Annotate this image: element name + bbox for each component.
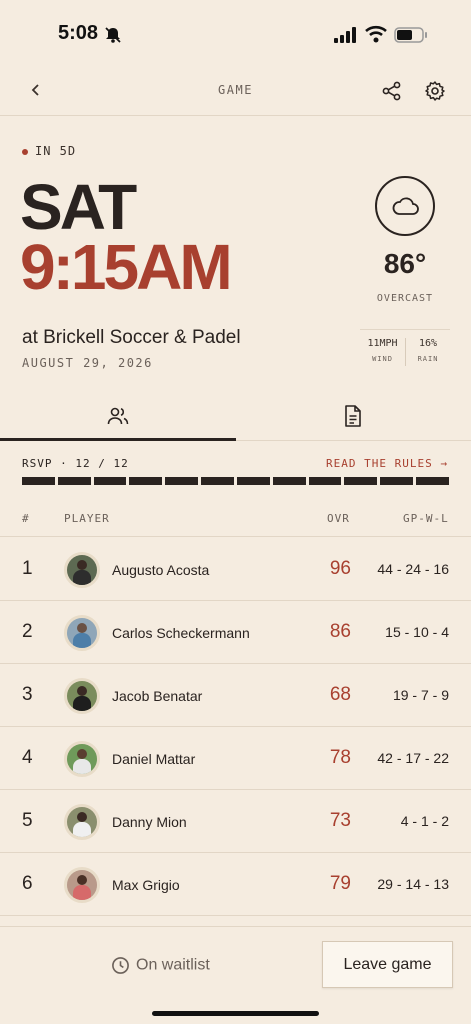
avatar bbox=[64, 741, 100, 777]
player-record: 15 - 10 - 4 bbox=[385, 624, 449, 640]
player-row[interactable]: 6 Max Grigio 79 29 - 14 - 13 bbox=[0, 853, 471, 916]
weather-condition: OVERCAST bbox=[376, 293, 434, 304]
player-name: Danny Mion bbox=[112, 814, 187, 830]
rsvp-segment bbox=[22, 477, 55, 485]
rsvp-progress bbox=[22, 477, 449, 485]
rain-label: RAIN bbox=[417, 355, 439, 363]
avatar bbox=[64, 804, 100, 840]
tab-players[interactable] bbox=[0, 393, 236, 441]
status-bar: 5:08 bbox=[0, 0, 471, 68]
rsvp-segment bbox=[272, 477, 306, 485]
player-name: Augusto Acosta bbox=[112, 562, 210, 578]
rsvp-segment bbox=[344, 477, 378, 485]
player-rank: 3 bbox=[22, 684, 33, 705]
leave-game-button[interactable]: Leave game bbox=[322, 941, 453, 988]
player-ovr: 79 bbox=[329, 873, 351, 894]
rsvp-segment bbox=[57, 477, 91, 485]
event-date: AUGUST 29, 2026 bbox=[22, 356, 153, 370]
top-bar: GAME bbox=[0, 68, 471, 116]
tab-bar bbox=[0, 393, 471, 441]
player-rank: 4 bbox=[22, 747, 33, 768]
rain-value: 16% bbox=[418, 338, 438, 349]
rsvp-segment bbox=[380, 477, 414, 485]
document-icon bbox=[345, 405, 361, 427]
player-record: 44 - 24 - 16 bbox=[377, 561, 449, 577]
settings-button[interactable] bbox=[424, 80, 446, 107]
weather-stats: 11MPH WIND 16% RAIN bbox=[360, 329, 450, 369]
rsvp-segment bbox=[308, 477, 342, 485]
wind-stat: 11MPH WIND bbox=[360, 338, 405, 363]
users-icon bbox=[107, 407, 129, 425]
player-record: 42 - 17 - 22 bbox=[377, 750, 449, 766]
player-ovr: 96 bbox=[329, 558, 351, 579]
player-row[interactable]: 1 Augusto Acosta 96 44 - 24 - 16 bbox=[0, 538, 471, 601]
share-button[interactable] bbox=[381, 80, 403, 107]
col-record: GP-W-L bbox=[403, 512, 449, 525]
weather-badge bbox=[375, 176, 435, 236]
player-record: 19 - 7 - 9 bbox=[392, 687, 449, 703]
rsvp-segment bbox=[129, 477, 163, 485]
player-ovr: 68 bbox=[329, 684, 351, 705]
weather-temp: 86° bbox=[383, 248, 427, 279]
status-dot bbox=[22, 148, 28, 155]
player-ovr: 73 bbox=[329, 810, 351, 831]
player-rank: 5 bbox=[22, 810, 33, 831]
countdown-text: IN 5D bbox=[35, 144, 77, 158]
col-ovr: OVR bbox=[327, 512, 350, 525]
share-icon bbox=[382, 81, 401, 101]
rsvp-segment bbox=[93, 477, 127, 485]
player-name: Max Grigio bbox=[112, 877, 180, 893]
player-row[interactable]: 3 Jacob Benatar 68 19 - 7 - 9 bbox=[0, 664, 471, 727]
avatar bbox=[64, 552, 100, 588]
wifi-icon bbox=[365, 25, 387, 43]
table-header: # PLAYER OVR GP-W-L bbox=[0, 507, 471, 537]
avatar bbox=[64, 615, 100, 651]
player-record: 29 - 14 - 13 bbox=[377, 876, 449, 892]
rsvp-segment bbox=[236, 477, 270, 485]
player-name: Jacob Benatar bbox=[112, 688, 203, 704]
status-time: 5:08 bbox=[58, 22, 99, 44]
player-row[interactable]: 4 Daniel Mattar 78 42 - 17 - 22 bbox=[0, 727, 471, 790]
player-rank: 1 bbox=[22, 558, 33, 579]
home-indicator bbox=[152, 1011, 319, 1016]
player-rank: 6 bbox=[22, 873, 33, 894]
avatar bbox=[64, 867, 100, 903]
waitlist-status[interactable]: On waitlist bbox=[111, 956, 210, 975]
player-row[interactable]: 2 Carlos Scheckermann 86 15 - 10 - 4 bbox=[0, 601, 471, 664]
rsvp-count: RSVP · 12 / 12 bbox=[22, 457, 129, 470]
player-name: Daniel Mattar bbox=[112, 751, 196, 767]
player-rank: 2 bbox=[22, 621, 33, 642]
wind-value: 11MPH bbox=[367, 338, 398, 349]
player-ovr: 78 bbox=[329, 747, 351, 768]
bell-muted-icon bbox=[105, 27, 121, 43]
countdown-badge: IN 5D bbox=[22, 144, 76, 158]
wind-label: WIND bbox=[372, 355, 393, 363]
player-name: Carlos Scheckermann bbox=[112, 625, 250, 641]
read-rules-link[interactable]: READ THE RULES → bbox=[326, 457, 448, 470]
player-list: 1 Augusto Acosta 96 44 - 24 - 16 2 Carlo… bbox=[0, 538, 471, 916]
player-ovr: 86 bbox=[329, 621, 351, 642]
rsvp-segment bbox=[416, 477, 449, 485]
col-rank: # bbox=[22, 512, 30, 525]
event-venue: at Brickell Soccer & Padel bbox=[22, 327, 241, 348]
cloud-icon bbox=[392, 197, 419, 215]
col-player: PLAYER bbox=[64, 512, 110, 525]
gear-icon bbox=[425, 81, 445, 101]
avatar bbox=[64, 678, 100, 714]
cellular-signal-icon bbox=[334, 27, 356, 43]
tab-details[interactable] bbox=[236, 393, 471, 441]
rsvp-segment bbox=[165, 477, 199, 485]
waitlist-label: On waitlist bbox=[136, 956, 210, 974]
bottom-action-bar: On waitlist Leave game bbox=[0, 926, 471, 1024]
battery-icon bbox=[394, 27, 427, 43]
rain-stat: 16% RAIN bbox=[406, 338, 450, 363]
player-record: 4 - 1 - 2 bbox=[400, 813, 449, 829]
player-row[interactable]: 5 Danny Mion 73 4 - 1 - 2 bbox=[0, 790, 471, 853]
rsvp-segment bbox=[201, 477, 234, 485]
clock-icon bbox=[112, 957, 129, 974]
event-time: 9:15AM bbox=[20, 231, 233, 303]
